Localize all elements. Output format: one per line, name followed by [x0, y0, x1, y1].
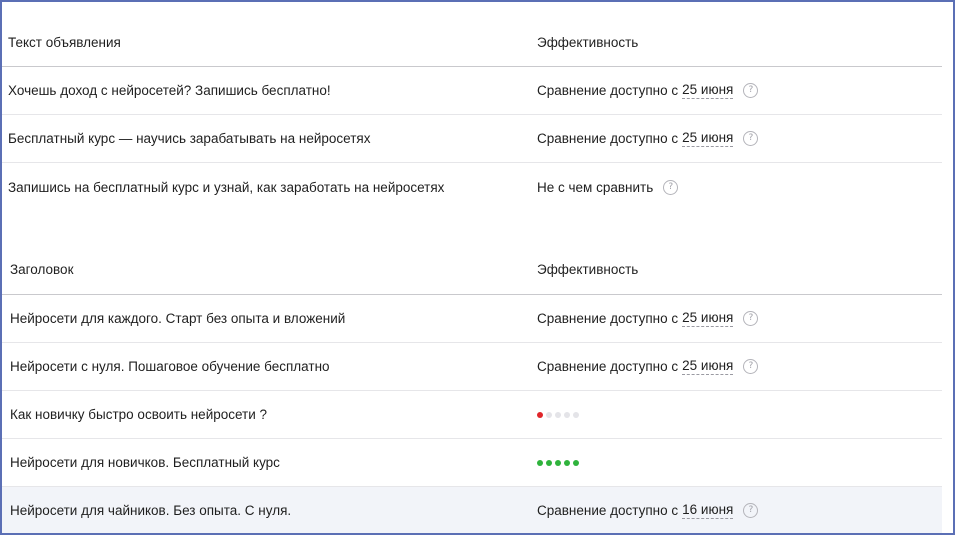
- effectiveness-label: Сравнение доступно с: [537, 359, 679, 374]
- effectiveness-label: Сравнение доступно с: [537, 83, 679, 98]
- effectiveness-label: Сравнение доступно с: [537, 502, 679, 518]
- help-icon[interactable]: ?: [663, 179, 679, 195]
- effectiveness-cell: [537, 439, 579, 486]
- column-header-effectiveness: Эффективность: [537, 34, 639, 50]
- table-row: Запишись на бесплатный курс и узнай, как…: [2, 163, 942, 211]
- table-row: Нейросети для новичков. Бесплатный курс: [2, 439, 942, 487]
- table-row: Нейросети с нуля. Пошаговое обучение бес…: [2, 343, 942, 391]
- rating-dot-filled: [537, 459, 543, 466]
- table-row: Нейросети для каждого. Старт без опыта и…: [2, 295, 942, 343]
- effectiveness-cell: [537, 391, 579, 438]
- effectiveness-label: Сравнение доступно с: [537, 131, 679, 146]
- rating-dot-filled: [573, 459, 579, 466]
- effectiveness-label: Сравнение доступно с: [537, 311, 679, 326]
- rating-dot-empty: [555, 411, 561, 418]
- effectiveness-cell: Сравнение доступно с 25 июня ?: [537, 295, 759, 342]
- help-icon[interactable]: ?: [743, 359, 759, 374]
- rating-dots: [537, 459, 579, 466]
- comparison-date[interactable]: 16 июня: [682, 502, 734, 519]
- table-row: Хочешь доход с нейросетей? Запишись бесп…: [2, 67, 942, 115]
- rating-dots: [537, 411, 579, 418]
- rating-dot-empty: [546, 411, 552, 418]
- title-text: Нейросети для чайников. Без опыта. С нул…: [10, 502, 292, 518]
- column-header-ad-text: Текст объявления: [8, 34, 121, 50]
- title-text: Как новичку быстро освоить нейросети ?: [10, 407, 268, 422]
- comparison-date[interactable]: 25 июня: [682, 310, 734, 327]
- rating-dot-filled: [564, 459, 570, 466]
- effectiveness-panel: Текст объявления Эффективность Хочешь до…: [0, 0, 955, 535]
- ad-text: Хочешь доход с нейросетей? Запишись бесп…: [8, 83, 331, 98]
- help-icon[interactable]: ?: [743, 83, 759, 98]
- column-header-effectiveness: Эффективность: [537, 262, 639, 277]
- help-icon[interactable]: ?: [743, 311, 759, 326]
- table-header: Заголовок Эффективность: [2, 245, 942, 295]
- effectiveness-cell: Сравнение доступно с 25 июня ?: [537, 115, 759, 162]
- comparison-date[interactable]: 25 июня: [682, 82, 734, 99]
- rating-dot-filled: [537, 411, 543, 418]
- comparison-date[interactable]: 25 июня: [682, 130, 734, 147]
- rating-dot-empty: [564, 411, 570, 418]
- table-row: Как новичку быстро освоить нейросети ?: [2, 391, 942, 439]
- ad-text: Бесплатный курс — научись зарабатывать н…: [8, 131, 371, 146]
- comparison-date[interactable]: 25 июня: [682, 358, 734, 375]
- effectiveness-label: Не с чем сравнить: [537, 179, 654, 195]
- rating-dot-filled: [546, 459, 552, 466]
- table-header: Текст объявления Эффективность: [2, 18, 942, 67]
- table-row: Бесплатный курс — научись зарабатывать н…: [2, 115, 942, 163]
- effectiveness-cell: Сравнение доступно с 25 июня ?: [537, 67, 759, 114]
- table-row: Нейросети для чайников. Без опыта. С нул…: [2, 487, 942, 533]
- ad-text: Запишись на бесплатный курс и узнай, как…: [8, 179, 445, 195]
- help-icon[interactable]: ?: [743, 502, 759, 518]
- effectiveness-cell: Сравнение доступно с 25 июня ?: [537, 343, 759, 390]
- effectiveness-cell: Сравнение доступно с 16 июня ?: [537, 487, 759, 533]
- column-header-title: Заголовок: [10, 262, 74, 277]
- title-text: Нейросети с нуля. Пошаговое обучение бес…: [10, 359, 330, 374]
- rating-dot-empty: [573, 411, 579, 418]
- title-text: Нейросети для новичков. Бесплатный курс: [10, 455, 280, 470]
- title-text: Нейросети для каждого. Старт без опыта и…: [10, 311, 346, 326]
- rating-dot-filled: [555, 459, 561, 466]
- help-icon[interactable]: ?: [743, 131, 759, 146]
- effectiveness-cell: Не с чем сравнить ?: [537, 163, 679, 211]
